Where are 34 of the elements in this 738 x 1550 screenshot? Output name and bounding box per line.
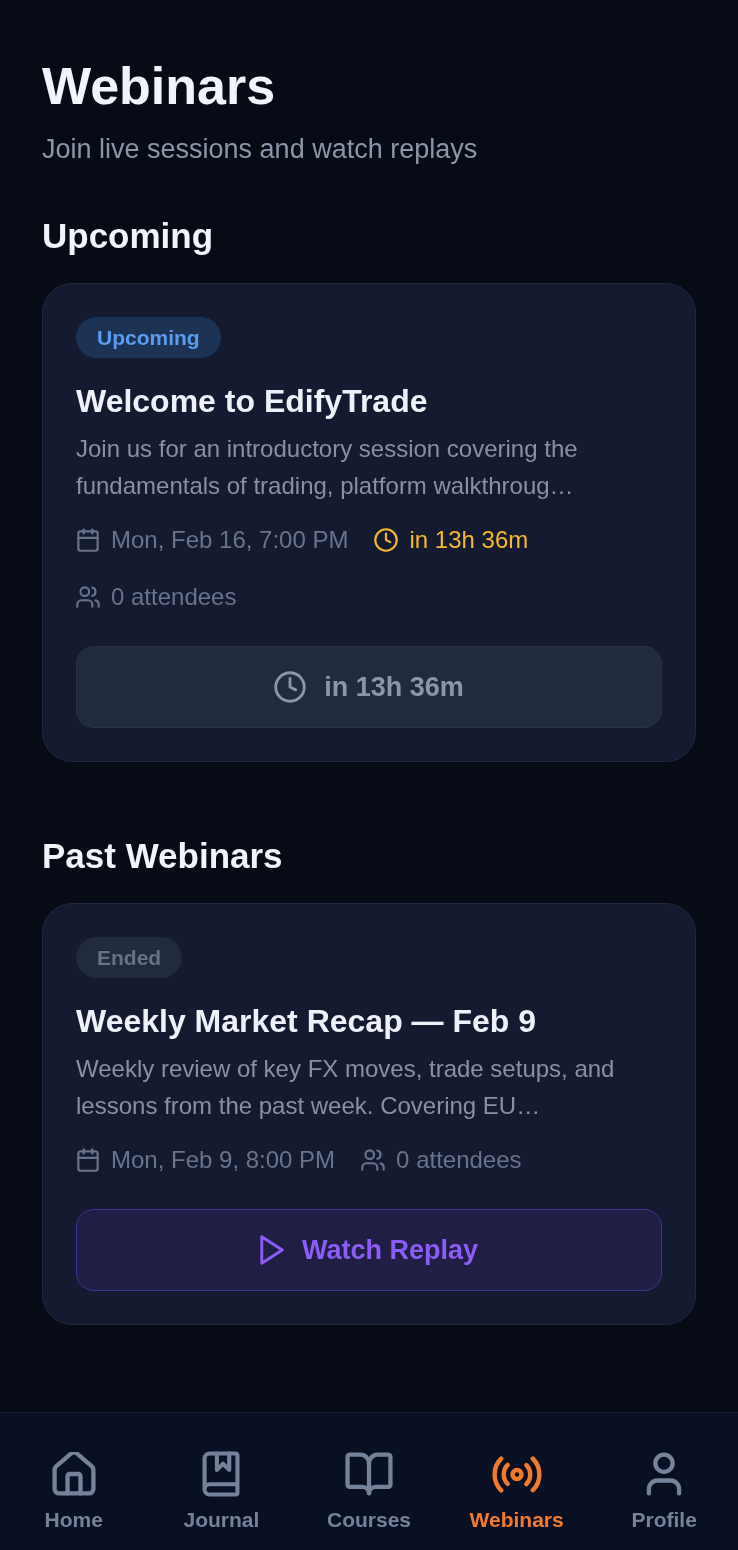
attendee-count: 0 attendees	[111, 582, 237, 612]
webinar-description: Join us for an introductory session covering the fundamentals of trading, platform walkthroug…	[76, 434, 579, 501]
broadcast-icon	[491, 1455, 542, 1493]
section-heading: Upcoming	[42, 215, 215, 257]
status-badge: Ended	[76, 937, 183, 978]
webinar-date: Mon, Feb 16, 7:00 PM	[111, 525, 349, 555]
webinar-description: Weekly review of key FX moves, trade setups, and lessons from the past week. Covering EU…	[76, 1054, 616, 1121]
countdown-text: in 13h 36m	[409, 525, 529, 555]
people-icon	[361, 1148, 386, 1172]
watch-replay-button[interactable]: Watch Replay	[76, 1209, 662, 1291]
home-icon	[51, 1452, 96, 1496]
webinar-date: Mon, Feb 9, 8:00 PM	[111, 1145, 336, 1175]
nav-tab[interactable]: Profile	[590, 1449, 738, 1535]
clock-icon	[374, 528, 399, 552]
open-book-icon	[345, 1452, 393, 1496]
nav-tab[interactable]: Home	[0, 1449, 148, 1535]
page-subtitle: Join live sessions and watch replays	[42, 133, 479, 166]
webinar-title: Weekly Market Recap — Feb 9	[76, 1002, 537, 1041]
person-icon	[646, 1452, 683, 1496]
webinar-title: Welcome to EdifyTrade	[76, 382, 428, 421]
calendar-icon	[76, 528, 100, 552]
section-heading: Past Webinars	[42, 835, 284, 877]
countdown-button[interactable]: in 13h 36m	[76, 646, 662, 728]
nav-tab[interactable]: Courses	[295, 1449, 443, 1535]
attendee-count: 0 attendees	[396, 1145, 522, 1175]
status-badge: Upcoming	[76, 317, 221, 358]
people-icon	[76, 585, 100, 609]
play-icon	[259, 1235, 284, 1265]
calendar-icon	[76, 1148, 100, 1172]
nav-tab[interactable]: Webinars	[442, 1449, 591, 1535]
book-icon	[202, 1451, 241, 1497]
clock-icon	[274, 671, 307, 703]
page-title: Webinars	[42, 56, 277, 116]
nav-tab[interactable]: Journal	[147, 1449, 296, 1535]
